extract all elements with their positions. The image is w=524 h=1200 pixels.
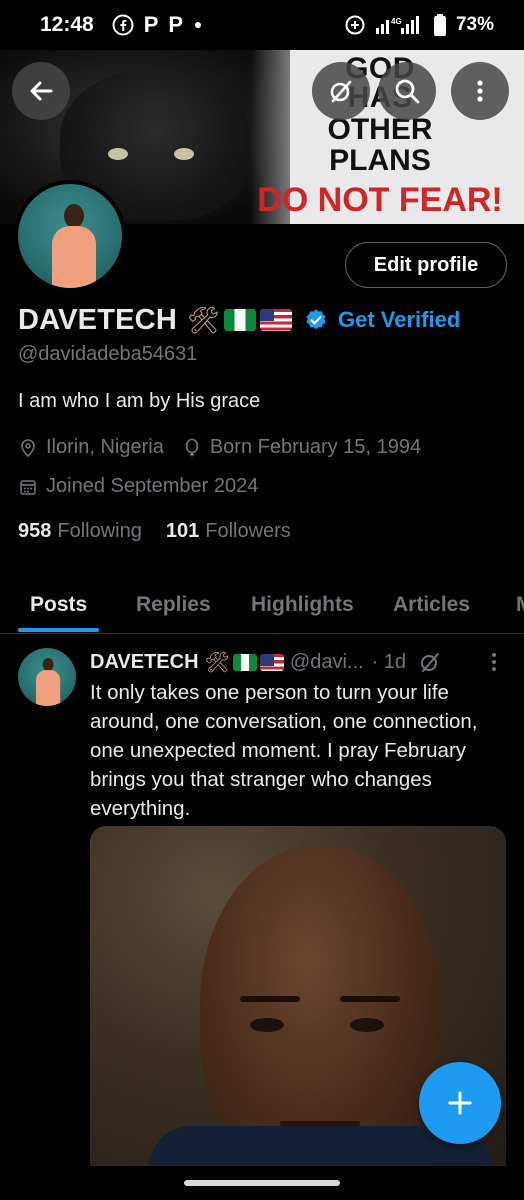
back-icon bbox=[30, 81, 53, 101]
edit-profile-button[interactable]: Edit profile bbox=[345, 242, 507, 288]
panther-eye bbox=[108, 148, 128, 160]
following-link[interactable]: 958 Following bbox=[18, 520, 142, 543]
panther-eye bbox=[174, 148, 194, 160]
p-icon: P bbox=[168, 12, 184, 37]
post-avatar[interactable] bbox=[18, 648, 76, 706]
calendar-icon bbox=[20, 479, 36, 495]
banner-line: OTHER bbox=[327, 112, 433, 146]
display-name: DAVETECH bbox=[18, 303, 177, 336]
status-bar: 12:48 P P 4G 73% bbox=[0, 0, 524, 50]
battery-percent: 73% bbox=[455, 14, 494, 35]
joined-item: Joined September 2024 bbox=[18, 475, 258, 498]
post-author-handle: @davi... bbox=[289, 650, 364, 673]
followers-link[interactable]: 101 Followers bbox=[166, 520, 291, 543]
banner-line: PLANS bbox=[329, 144, 431, 178]
portrait-face bbox=[200, 846, 440, 1166]
joined-text: Joined September 2024 bbox=[46, 475, 259, 497]
post-timestamp[interactable]: · 1d bbox=[372, 651, 406, 674]
name-row: DAVETECH 🛠 Get Verified bbox=[18, 300, 460, 340]
profile-handle: @davidadeba54631 bbox=[18, 343, 198, 365]
facebook-icon bbox=[112, 14, 134, 36]
tools-emoji: 🛠 bbox=[204, 651, 230, 674]
location-text: Ilorin, Nigeria bbox=[46, 436, 164, 458]
followers-count: 101 bbox=[165, 520, 200, 542]
birthday-text: Born February 15, 1994 bbox=[209, 436, 422, 458]
post-author-name[interactable]: DAVETECH bbox=[90, 651, 199, 674]
tools-emoji: 🛠 bbox=[186, 304, 220, 335]
battery-icon bbox=[433, 14, 446, 36]
follow-stats: 958 Following 101 Followers bbox=[18, 520, 291, 543]
avatar-body bbox=[52, 226, 96, 288]
joined-row: Joined September 2024 bbox=[18, 475, 276, 498]
avatar-head bbox=[64, 204, 84, 228]
avatar-figure bbox=[36, 658, 61, 706]
following-count: 958 bbox=[18, 520, 52, 542]
status-right: 4G 73% bbox=[344, 14, 494, 36]
following-label: Following bbox=[57, 520, 142, 542]
more-options-button[interactable] bbox=[451, 62, 509, 120]
grok-icon[interactable] bbox=[418, 650, 442, 674]
nigeria-flag-icon bbox=[232, 653, 257, 671]
profile-avatar[interactable] bbox=[14, 180, 126, 292]
more-icon bbox=[477, 80, 483, 102]
portrait-eye bbox=[350, 1018, 384, 1032]
back-button[interactable] bbox=[12, 62, 70, 120]
profile-tabs: Posts Replies Highlights Articles M bbox=[0, 576, 524, 634]
data-saver-icon bbox=[345, 15, 365, 35]
verified-badge-icon[interactable] bbox=[304, 308, 328, 332]
usa-flag-icon bbox=[259, 653, 284, 671]
network-type: 4G bbox=[391, 17, 402, 26]
location-pin-icon bbox=[21, 438, 35, 457]
birthday-item: Born February 15, 1994 bbox=[182, 436, 421, 459]
plus-icon bbox=[448, 1091, 472, 1115]
status-time: 12:48 bbox=[40, 13, 94, 36]
tab-highlights[interactable]: Highlights bbox=[251, 576, 354, 634]
get-verified-link[interactable]: Get Verified bbox=[338, 307, 460, 333]
followers-label: Followers bbox=[205, 520, 291, 542]
search-button[interactable] bbox=[378, 62, 436, 120]
notification-icons: P P bbox=[112, 12, 202, 38]
search-icon bbox=[395, 79, 420, 104]
tab-media[interactable]: M bbox=[516, 576, 524, 634]
usa-flag-icon bbox=[259, 309, 292, 331]
post-header: DAVETECH 🛠 @davi... · 1d bbox=[90, 648, 510, 676]
compose-post-button[interactable] bbox=[419, 1062, 501, 1144]
tab-articles[interactable]: Articles bbox=[393, 576, 470, 634]
profile-meta: Ilorin, Nigeria Born February 15, 1994 bbox=[18, 436, 439, 459]
home-indicator[interactable] bbox=[184, 1180, 340, 1186]
more-notifications-dot bbox=[195, 22, 202, 28]
avatar-body bbox=[36, 670, 61, 706]
p-icon: P bbox=[143, 12, 159, 37]
tab-posts[interactable]: Posts bbox=[17, 576, 100, 634]
location-item: Ilorin, Nigeria bbox=[18, 436, 164, 459]
grok-button[interactable] bbox=[312, 62, 370, 120]
profile-bio: I am who I am by His grace bbox=[18, 390, 261, 412]
balloon-icon bbox=[185, 438, 199, 456]
post-text: It only takes one person to turn your li… bbox=[90, 681, 478, 820]
avatar-figure bbox=[52, 204, 96, 288]
signal-icon: 4G bbox=[375, 16, 419, 34]
portrait-brow bbox=[340, 996, 400, 1002]
post-more-icon[interactable] bbox=[482, 650, 506, 674]
tab-replies[interactable]: Replies bbox=[136, 576, 211, 634]
portrait-eye bbox=[250, 1018, 284, 1032]
nigeria-flag-icon bbox=[223, 309, 256, 331]
banner-line: DO NOT FEAR! bbox=[257, 180, 503, 219]
grok-icon bbox=[330, 80, 352, 103]
portrait-brow bbox=[240, 996, 300, 1002]
